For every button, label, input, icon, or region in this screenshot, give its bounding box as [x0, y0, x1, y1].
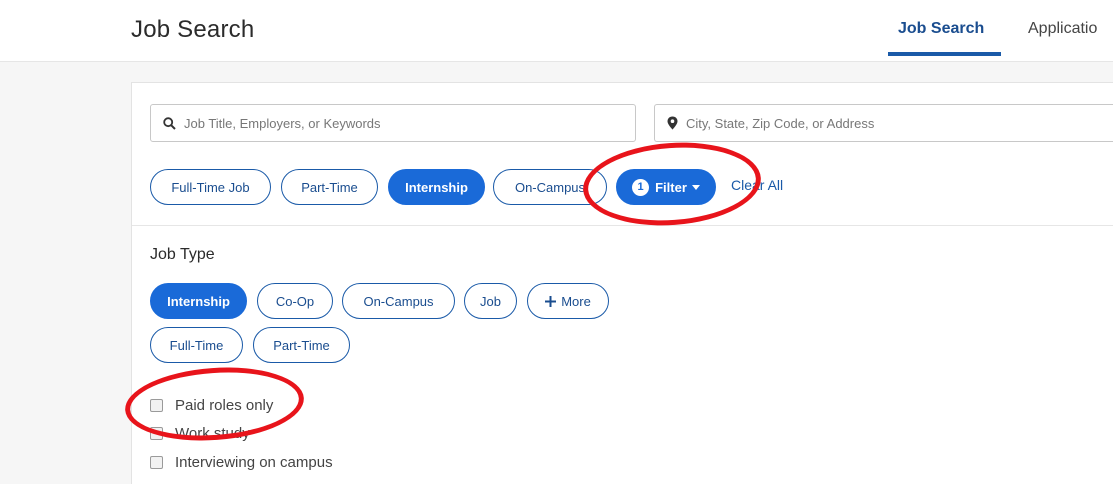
filter-count-badge: 1 — [632, 178, 650, 196]
job-type-job[interactable]: Job — [464, 283, 517, 319]
work-study-label: Work study — [175, 425, 250, 442]
interviewing-on-campus-checkbox[interactable] — [150, 456, 163, 469]
quick-filter-internship[interactable]: Internship — [388, 169, 485, 205]
quick-filter-full-time-job[interactable]: Full-Time Job — [150, 169, 271, 205]
search-icon — [163, 116, 176, 130]
clear-all-link[interactable]: Clear All — [731, 177, 783, 193]
job-type-part-time[interactable]: Part-Time — [253, 327, 350, 363]
quick-filter-on-campus[interactable]: On-Campus — [493, 169, 607, 205]
top-nav: Job Search Applicatio — [0, 0, 1113, 62]
job-type-full-time[interactable]: Full-Time — [150, 327, 243, 363]
job-type-heading: Job Type — [150, 246, 215, 263]
interviewing-on-campus-label: Interviewing on campus — [175, 454, 333, 471]
tab-job-search[interactable]: Job Search — [898, 20, 984, 38]
filter-button-label: Filter — [655, 179, 687, 195]
tab-applications[interactable]: Applicatio — [1028, 20, 1097, 38]
paid-roles-only-checkbox[interactable] — [150, 399, 163, 412]
quick-filter-part-time[interactable]: Part-Time — [281, 169, 378, 205]
paid-roles-only-row[interactable]: Paid roles only — [150, 397, 273, 414]
filter-button[interactable]: 1 Filter — [616, 169, 716, 205]
keyword-search-box — [150, 104, 636, 142]
work-study-checkbox[interactable] — [150, 427, 163, 440]
search-card: Full-Time Job Part-Time Internship On-Ca… — [131, 82, 1113, 484]
more-label: More — [561, 293, 591, 309]
keyword-search-input[interactable] — [184, 115, 635, 131]
work-study-row[interactable]: Work study — [150, 425, 250, 442]
plus-icon — [545, 295, 557, 307]
card-divider — [132, 225, 1113, 226]
page-header: Job Search Job Search Applicatio — [0, 0, 1113, 62]
job-type-on-campus[interactable]: On-Campus — [342, 283, 455, 319]
paid-roles-only-label: Paid roles only — [175, 397, 274, 414]
location-search-input[interactable] — [686, 115, 1113, 131]
location-search-box — [654, 104, 1113, 142]
interviewing-on-campus-row[interactable]: Interviewing on campus — [150, 454, 333, 471]
job-type-more-button[interactable]: More — [527, 283, 609, 319]
caret-down-icon — [691, 184, 700, 190]
map-pin-icon — [667, 116, 678, 130]
active-tab-indicator — [888, 52, 1001, 56]
job-type-co-op[interactable]: Co-Op — [257, 283, 333, 319]
job-type-internship[interactable]: Internship — [150, 283, 247, 319]
